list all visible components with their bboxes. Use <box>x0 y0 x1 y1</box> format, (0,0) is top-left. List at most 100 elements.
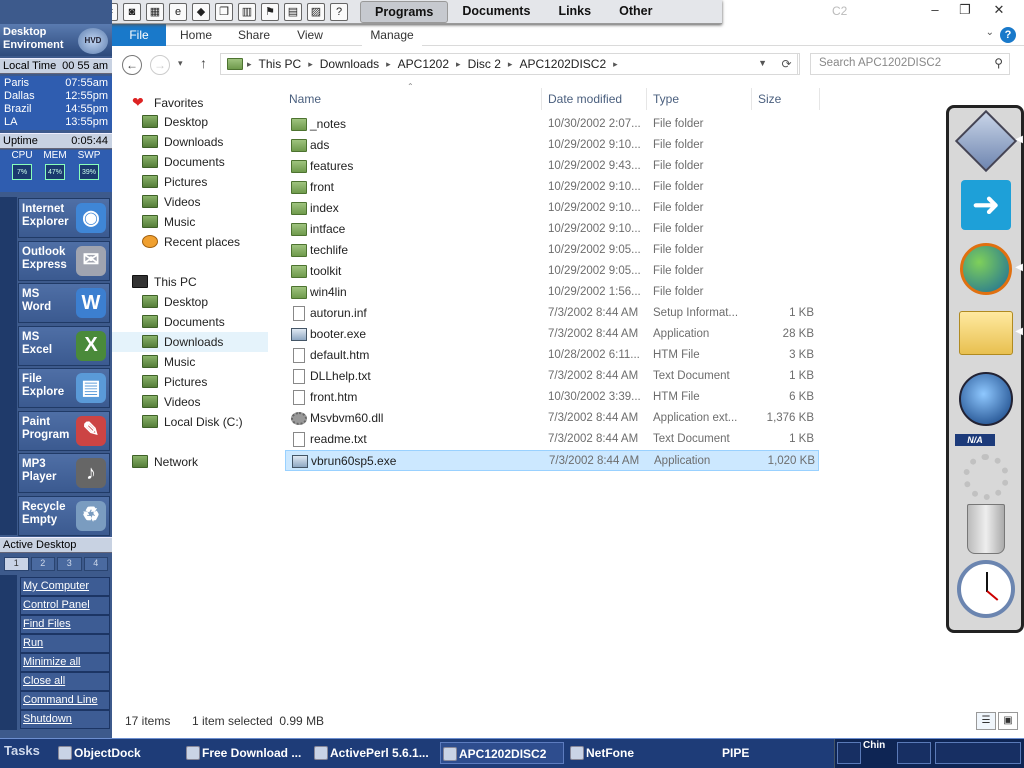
file-row[interactable]: index 10/29/2002 9:10... File folder <box>285 198 819 219</box>
panel-menu-item[interactable]: Control Panel <box>20 596 110 615</box>
details-view-button[interactable]: ☰ <box>976 712 996 730</box>
column-divider[interactable] <box>541 88 542 110</box>
panel-menu-item[interactable]: My Computer <box>20 577 110 596</box>
nav-pc-local-disk[interactable]: Local Disk (C:) <box>142 412 298 432</box>
app-button-ms-word[interactable]: MS Word W <box>18 283 110 323</box>
toolbar-tab-other[interactable]: Other <box>605 1 666 23</box>
camera-icon[interactable]: ◙ <box>123 3 141 21</box>
tray-clock[interactable] <box>935 742 1021 764</box>
file-row[interactable]: autorun.inf 7/3/2002 8:44 AM Setup Informa… <box>285 303 819 324</box>
recent-locations-icon[interactable]: ▾ <box>178 58 183 69</box>
panel-menu-item[interactable]: Minimize all <box>20 653 110 672</box>
nav-pc-downloads[interactable]: Downloads <box>112 332 268 352</box>
book-icon[interactable]: ▥ <box>238 3 256 21</box>
task-free-download[interactable]: Free Download ... <box>184 742 308 764</box>
folder-icon[interactable]: ◀ <box>955 304 1023 362</box>
book2-icon[interactable]: ▨ <box>307 3 325 21</box>
panel-menu-item[interactable]: Find Files <box>20 615 110 634</box>
file-row[interactable]: booter.exe 7/3/2002 8:44 AM Application 28 … <box>285 324 819 345</box>
desktop-1-button[interactable]: 1 <box>4 557 29 571</box>
breadcrumb-apc1202disc2[interactable]: APC1202DISC2 <box>512 57 613 71</box>
panel-icon[interactable]: ▤ <box>284 3 302 21</box>
diamond-icon[interactable]: ◆ <box>192 3 210 21</box>
nav-this-pc[interactable]: This PC <box>132 272 288 292</box>
chevron-right-icon[interactable]: ▸ <box>613 59 618 70</box>
tab-home[interactable]: Home <box>170 24 222 46</box>
breadcrumb-this-pc[interactable]: This PC <box>252 57 309 71</box>
nav-fav-pictures[interactable]: Pictures <box>142 172 298 192</box>
file-row[interactable]: DLLhelp.txt 7/3/2002 8:44 AM Text Document… <box>285 366 819 387</box>
file-row[interactable]: default.htm 10/28/2002 6:11... HTM File 3 K… <box>285 345 819 366</box>
large-icons-view-button[interactable]: ▣ <box>998 712 1018 730</box>
nav-pc-music[interactable]: Music <box>142 352 298 372</box>
copy-icon[interactable]: ❐ <box>215 3 233 21</box>
task-netfone[interactable]: NetFone <box>568 742 692 764</box>
chevron-down-icon[interactable]: ▼ <box>758 58 767 68</box>
nav-pc-pictures[interactable]: Pictures <box>142 372 298 392</box>
search-input[interactable]: Search APC1202DISC2 ⚲ <box>810 53 1010 75</box>
gear-icon[interactable] <box>955 448 1017 506</box>
file-row[interactable]: ads 10/29/2002 9:10... File folder <box>285 135 819 156</box>
close-button[interactable]: ✕ <box>984 0 1014 22</box>
task-activeperl[interactable]: ActivePerl 5.6.1... <box>312 742 436 764</box>
door-icon[interactable]: ⚑ <box>261 3 279 21</box>
toolbar-tab-programs[interactable]: Programs <box>360 1 449 23</box>
nav-fav-music[interactable]: Music <box>142 212 298 232</box>
expand-ribbon-icon[interactable]: ⌄ <box>986 27 994 38</box>
breadcrumb-disc2[interactable]: Disc 2 <box>461 57 508 71</box>
tray-icon[interactable] <box>837 742 861 764</box>
nav-pc-videos[interactable]: Videos <box>142 392 298 412</box>
file-row[interactable]: win4lin 10/29/2002 1:56... File folder <box>285 282 819 303</box>
scanner-icon[interactable]: ▦ <box>146 3 164 21</box>
app-button-mp3-player[interactable]: MP3 Player ♪ <box>18 453 110 493</box>
minimize-button[interactable]: – <box>920 0 950 22</box>
desktop-3-button[interactable]: 3 <box>57 557 82 571</box>
tab-manage[interactable]: Manage <box>362 24 422 46</box>
nav-fav-recent[interactable]: Recent places <box>142 232 298 252</box>
panel-menu-item[interactable]: Run <box>20 634 110 653</box>
column-divider[interactable] <box>751 88 752 110</box>
nav-pc-desktop[interactable]: Desktop <box>142 292 298 312</box>
help-icon[interactable]: ? <box>1000 27 1016 43</box>
panel-menu-item[interactable]: Command Line <box>20 691 110 710</box>
file-row[interactable]: vbrun60sp5.exe 7/3/2002 8:44 AM Applicatio… <box>285 450 819 471</box>
desktop-4-button[interactable]: 4 <box>83 557 108 571</box>
breadcrumb-downloads[interactable]: Downloads <box>313 57 386 71</box>
back-button[interactable]: ← <box>122 55 142 75</box>
task-objectdock[interactable]: ObjectDock <box>56 742 180 764</box>
column-type[interactable]: Type <box>653 88 679 110</box>
desktop-2-button[interactable]: 2 <box>30 557 55 571</box>
file-row[interactable]: front.htm 10/30/2002 3:39... HTM File 6 KB <box>285 387 819 408</box>
column-date[interactable]: Date modified <box>548 88 622 110</box>
file-row[interactable]: features 10/29/2002 9:43... File folder <box>285 156 819 177</box>
file-row[interactable]: Msvbvm60.dll 7/3/2002 8:44 AM Application … <box>285 408 819 429</box>
file-row[interactable]: intface 10/29/2002 9:10... File folder <box>285 219 819 240</box>
file-row[interactable]: techlife 10/29/2002 9:05... File folder <box>285 240 819 261</box>
app-button-internet-explorer[interactable]: Internet Explorer ◉ <box>18 198 110 238</box>
nav-fav-downloads[interactable]: Downloads <box>142 132 298 152</box>
app-button-ms-excel[interactable]: MS Excel X <box>18 325 110 366</box>
task-apc1202disc2[interactable]: APC1202DISC2 <box>440 742 564 764</box>
nav-network[interactable]: Network <box>132 452 288 472</box>
clock-icon[interactable] <box>955 560 1017 618</box>
search-icon[interactable]: ⚲ <box>994 56 1003 70</box>
nav-pc-documents[interactable]: Documents <box>142 312 298 332</box>
column-divider[interactable] <box>819 88 820 110</box>
tab-file[interactable]: File <box>112 24 166 46</box>
address-bar[interactable]: ▸ This PC ▸ Downloads ▸ APC1202 ▸ Disc 2 ▸ A… <box>220 53 800 75</box>
help-icon[interactable]: ? <box>330 3 348 21</box>
breadcrumb-apc1202[interactable]: APC1202 <box>391 57 456 71</box>
windows-orb-icon[interactable] <box>955 370 1017 428</box>
tab-view[interactable]: View <box>284 24 336 46</box>
app-button-paint-program[interactable]: Paint Program ✎ <box>18 410 110 451</box>
file-row[interactable]: _notes 10/30/2002 2:07... File folder <box>285 114 819 135</box>
forward-button[interactable]: → <box>150 55 170 75</box>
column-name[interactable]: Name <box>289 88 321 110</box>
file-row[interactable]: readme.txt 7/3/2002 8:44 AM Text Document 1… <box>285 429 819 450</box>
app-button-file-explore[interactable]: File Explore ▤ <box>18 368 110 408</box>
task-pipe[interactable]: PIPE <box>704 742 824 764</box>
login-arrow-icon[interactable]: ➜ <box>955 176 1017 234</box>
app-button-outlook-express[interactable]: Outlook Express ✉ <box>18 240 110 281</box>
recycle-bin-icon[interactable] <box>955 500 1017 558</box>
column-size[interactable]: Size <box>758 88 781 110</box>
